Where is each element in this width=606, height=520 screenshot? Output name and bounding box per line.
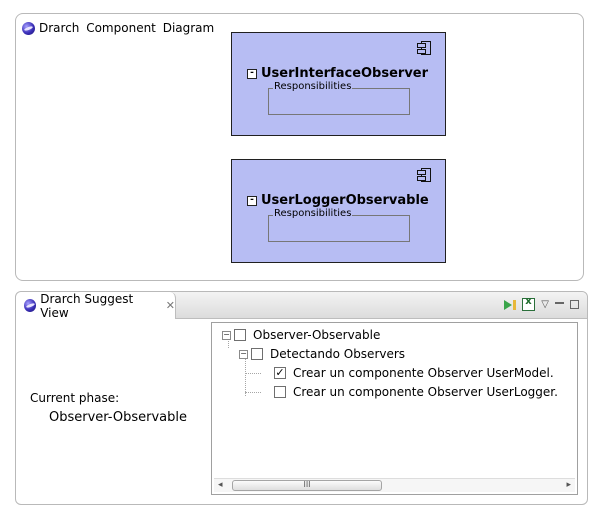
run-suggestion-icon[interactable] [504,299,517,310]
scrollbar-thumb[interactable]: III [232,480,382,491]
component-icon [417,41,431,55]
component-name[interactable]: UserInterfaceObserver [261,66,428,81]
component-name[interactable]: UserLoggerObservable [261,193,429,208]
responsibilities-compartment[interactable]: Responsibilities [268,208,410,242]
drarch-globe-icon [24,299,37,312]
responsibilities-compartment[interactable]: Responsibilities [268,81,410,115]
component-diagram-editor[interactable]: Drarch Component Diagram - UserInterface… [15,13,584,281]
view-toolbar: ▽ [504,296,579,311]
collapse-toggle-icon[interactable]: - [247,195,257,206]
collapse-toggle-icon[interactable]: - [247,68,257,79]
diagram-title-text: Drarch Component Diagram [39,21,215,35]
tree-node-label: Detectando Observers [270,347,406,361]
tree-connector [245,373,261,374]
tree-checkbox-checked[interactable]: ✓ [274,367,286,379]
view-menu-chevron-down-icon[interactable]: ▽ [541,299,549,310]
suggest-view-panel: Drarch Suggest View ✕ ▽ Current phase: O… [15,291,588,505]
tab-title: Drarch Suggest View [40,291,134,320]
tree-item-label: Crear un componente Observer UserLogger. [293,385,558,399]
diagram-title: Drarch Component Diagram [22,21,214,35]
export-excel-icon[interactable] [522,296,536,311]
scroll-right-icon[interactable]: ▸ [566,480,571,490]
collapse-icon[interactable]: − [222,330,231,340]
collapse-icon[interactable]: − [239,349,248,359]
tree-connector [245,392,261,393]
maximize-icon[interactable] [570,300,579,309]
component-user-logger-observable[interactable]: - UserLoggerObservable Responsibilities [231,159,446,263]
tree-checkbox[interactable] [234,329,246,341]
suggestion-tree[interactable]: − Observer-Observable − Detectando Obser… [211,322,578,495]
tree-connector [245,358,246,396]
drarch-globe-icon [22,21,35,35]
minimize-icon[interactable] [555,301,564,304]
responsibilities-label: Responsibilities [273,208,353,219]
component-user-interface-observer[interactable]: - UserInterfaceObserver Responsibilities [231,32,446,136]
current-phase-value: Observer-Observable [49,410,187,425]
component-header: - UserLoggerObservable [247,193,429,208]
view-tab-bar: Drarch Suggest View ✕ ▽ [16,291,587,320]
close-icon[interactable]: ✕ [166,299,175,312]
tree-node-child[interactable]: − Detectando Observers [239,347,405,361]
component-header: - UserInterfaceObserver [247,66,428,81]
current-phase-label: Current phase: [30,391,120,405]
horizontal-scrollbar[interactable]: ◂ III ▸ [214,478,575,492]
tab-drarch-suggest-view[interactable]: Drarch Suggest View ✕ [16,291,176,320]
tree-node-root[interactable]: − Observer-Observable [222,328,380,342]
tree-node-label: Observer-Observable [253,328,381,342]
tree-item-observer-usermodel[interactable]: ✓ Crear un componente Observer UserModel… [274,366,554,380]
tree-item-observer-userlogger[interactable]: Crear un componente Observer UserLogger. [274,385,558,399]
scroll-left-icon[interactable]: ◂ [218,480,223,490]
responsibilities-label: Responsibilities [273,81,353,92]
tree-checkbox[interactable] [251,348,263,360]
component-icon [417,168,431,182]
tree-checkbox[interactable] [274,386,286,398]
tree-item-label: Crear un componente Observer UserModel. [293,366,554,380]
